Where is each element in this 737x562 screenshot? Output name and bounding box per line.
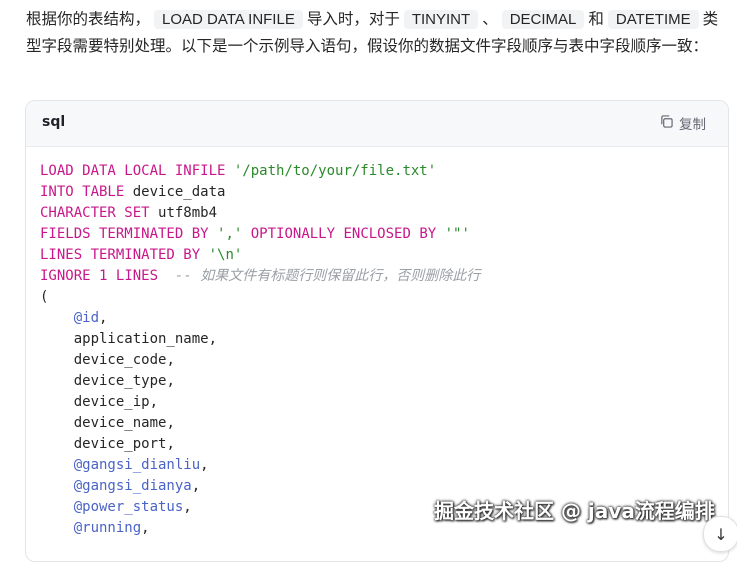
copy-label: 复制 <box>679 117 706 133</box>
code-keyword: OPTIONALLY ENCLOSED BY <box>250 226 437 242</box>
code-string: '/path/to/your/file.txt' <box>233 163 437 179</box>
arrow-down-icon: ↓ <box>714 524 728 544</box>
code-paren: ( <box>40 289 49 305</box>
inline-code-tinyint: TINYINT <box>403 10 479 29</box>
inline-code-load-data: LOAD DATA INFILE <box>154 10 303 29</box>
intro-text-4: 和 <box>588 10 604 28</box>
intro-text-3: 、 <box>482 10 498 28</box>
code-variable: @gangsi_dianliu <box>73 457 201 473</box>
code-keyword: CHARACTER SET <box>40 205 150 221</box>
code-identifier: device_code <box>73 352 167 368</box>
code-language-label: sql <box>42 114 66 130</box>
code-identifier: device_data <box>132 184 226 200</box>
code-keyword: IGNORE <box>40 268 91 284</box>
copy-button[interactable]: 复制 <box>660 113 706 133</box>
code-keyword: INTO TABLE <box>40 184 125 200</box>
code-string: ',' <box>217 226 243 242</box>
code-identifier: device_port <box>73 436 167 452</box>
intro-text-1: 根据你的表结构， <box>26 10 151 28</box>
inline-code-datetime: DATETIME <box>607 10 699 29</box>
watermark: 掘金技术社区 @ java流程编排 <box>434 499 715 523</box>
intro-paragraph: 根据你的表结构， LOAD DATA INFILE 导入时，对于 TINYINT、 DE… <box>26 6 726 59</box>
code-keyword: LINES <box>115 268 159 284</box>
scroll-down-button[interactable]: ↓ <box>703 516 737 552</box>
inline-code-decimal: DECIMAL <box>501 10 585 29</box>
code-string: '"' <box>444 226 470 242</box>
code-number: 1 <box>99 268 108 284</box>
code-variable: @gangsi_dianya <box>73 478 192 494</box>
code-variable: @power_status <box>73 499 184 515</box>
code-identifier: device_ip <box>73 394 150 410</box>
code-block-header: sql 复制 <box>26 101 728 147</box>
code-variable: @running <box>73 520 142 536</box>
code-identifier: device_name <box>73 415 167 431</box>
code-keyword: LOAD DATA LOCAL INFILE <box>40 163 226 179</box>
code-variable: @id <box>73 310 100 326</box>
code-identifier: application_name <box>73 331 209 347</box>
code-identifier: device_type <box>73 373 167 389</box>
code-string: '\n' <box>208 247 243 263</box>
code-comment: -- 如果文件有标题行则保留此行，否则删除此行 <box>174 268 481 284</box>
code-content: LOAD DATA LOCAL INFILE '/path/to/your/fi… <box>40 163 481 536</box>
code-identifier: utf8mb4 <box>158 205 218 221</box>
intro-text-2: 导入时，对于 <box>306 10 400 28</box>
copy-icon <box>660 114 673 132</box>
code-keyword: FIELDS TERMINATED BY <box>40 226 209 242</box>
code-keyword: LINES TERMINATED BY <box>40 247 201 263</box>
code-block: sql 复制 LOAD DATA LOCAL INFILE '/path/to/… <box>25 100 729 562</box>
